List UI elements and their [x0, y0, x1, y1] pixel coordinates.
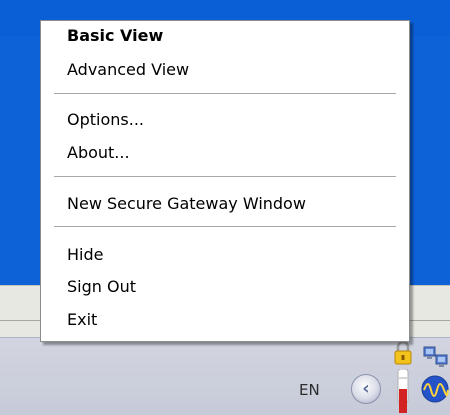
menu-item-options[interactable]: Options...: [67, 105, 144, 135]
chevron-left-icon: ‹: [362, 378, 370, 399]
padlock-icon[interactable]: [392, 339, 414, 369]
context-menu: Basic View Advanced View Options... Abou…: [40, 20, 410, 342]
menu-item-advanced-view[interactable]: Advanced View: [67, 55, 189, 85]
language-indicator[interactable]: EN: [299, 379, 327, 401]
menu-separator: [54, 93, 396, 94]
menu-separator: [54, 226, 396, 227]
red-tube-icon[interactable]: [393, 369, 413, 414]
menu-item-about[interactable]: About...: [67, 138, 130, 168]
menu-item-sign-out[interactable]: Sign Out: [67, 272, 136, 302]
network-computers-icon[interactable]: [422, 344, 450, 370]
menu-separator: [54, 176, 396, 177]
menu-item-hide[interactable]: Hide: [67, 240, 103, 270]
audio-wave-icon[interactable]: [420, 374, 450, 404]
taskbar: [0, 337, 450, 415]
menu-item-new-secure-gateway-window[interactable]: New Secure Gateway Window: [67, 189, 306, 219]
menu-item-basic-view[interactable]: Basic View: [67, 21, 163, 51]
show-hidden-icons-button[interactable]: ‹: [351, 374, 381, 404]
menu-item-exit[interactable]: Exit: [67, 305, 97, 335]
